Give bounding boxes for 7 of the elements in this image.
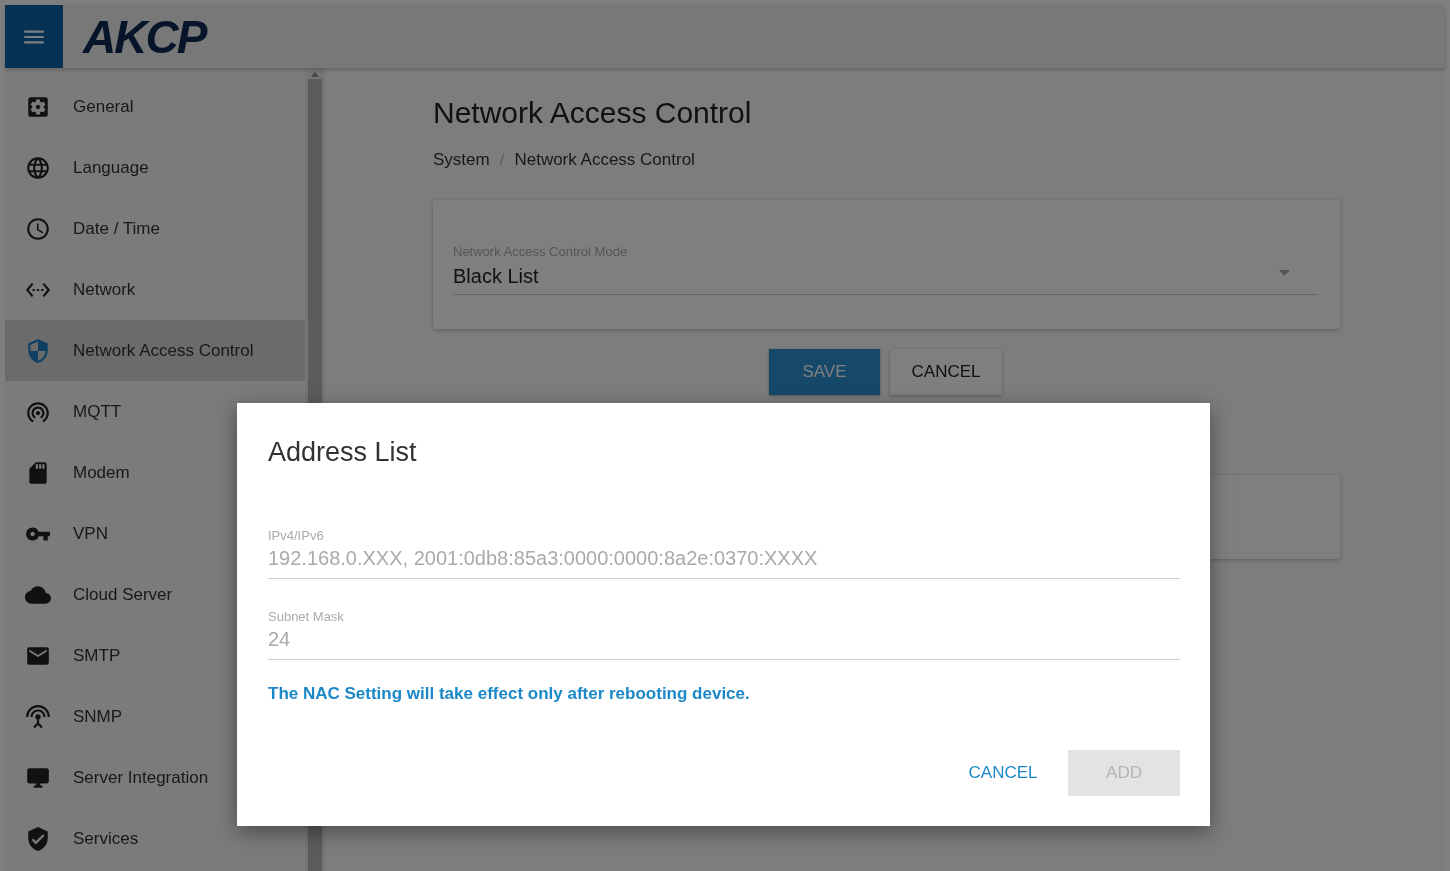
breadcrumb-separator: / bbox=[499, 150, 505, 170]
dialog-title: Address List bbox=[268, 437, 418, 468]
field-label: IPv4/IPv6 bbox=[268, 528, 325, 543]
logo: AKCP bbox=[83, 9, 206, 64]
field-label: Subnet Mask bbox=[268, 609, 345, 624]
notice-text: The NAC Setting will take effect only after rebooting device. bbox=[268, 684, 751, 704]
page-title: Network Access Control bbox=[433, 96, 753, 130]
